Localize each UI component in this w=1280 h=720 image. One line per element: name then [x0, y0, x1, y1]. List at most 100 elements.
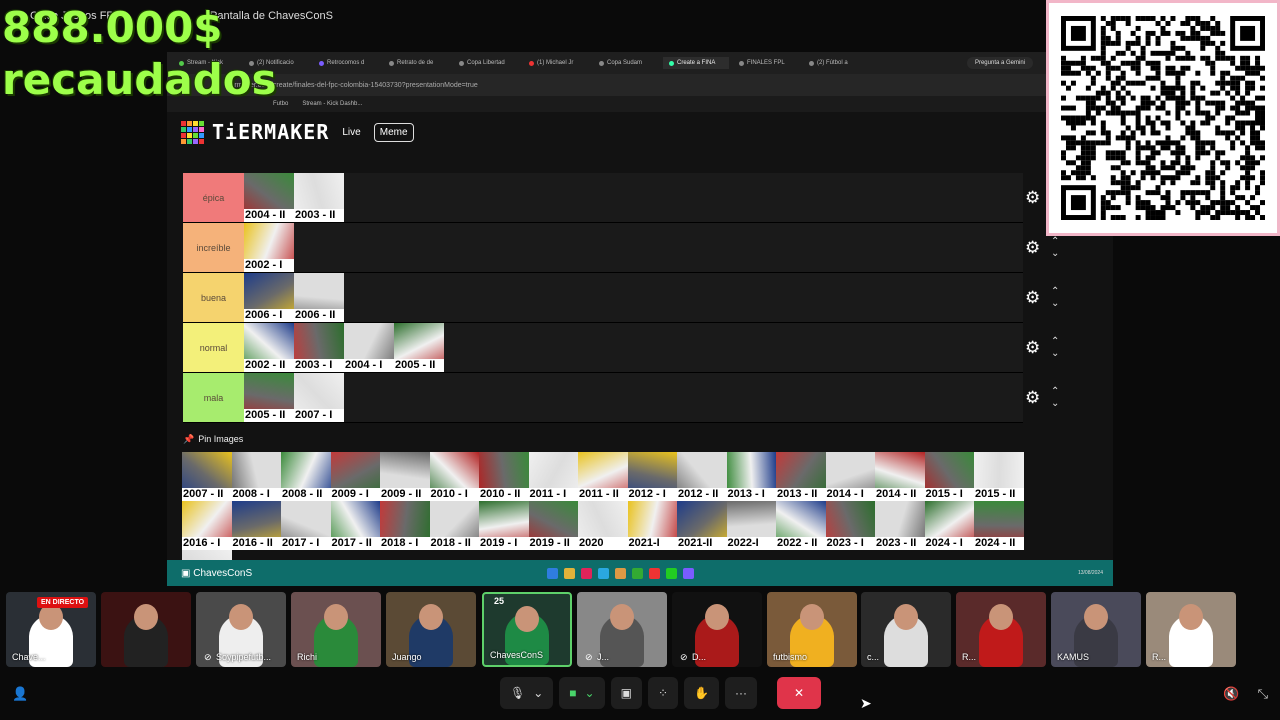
gemini-button[interactable]: Pregunta a Gemini [966, 57, 1033, 69]
chevron-up-icon[interactable]: ⌃ [1051, 286, 1059, 298]
tier-card[interactable]: 2019 - I [479, 501, 529, 550]
tier-card[interactable]: 2022-I [726, 501, 776, 550]
participant-tile[interactable]: futbismo [767, 592, 857, 667]
chevron-down-icon[interactable]: ⌄ [1051, 248, 1059, 260]
gear-icon[interactable]: ⚙ [1025, 288, 1047, 308]
add-person-icon[interactable]: 👤 [12, 686, 28, 702]
browser-tab[interactable]: Create a FINA [663, 57, 729, 69]
pin-images-label[interactable]: 📌 Pin Images [183, 434, 243, 445]
participant-tile[interactable]: ⊘ J... [577, 592, 667, 667]
tier-card[interactable]: 2009 - I [330, 452, 380, 501]
tier-card[interactable]: 2011 - II [578, 452, 628, 501]
address-bar[interactable]: tiermaker.com/create/finales-del-fpc-col… [167, 74, 1113, 96]
tier-card[interactable]: 2010 - I [429, 452, 479, 501]
participant-tile[interactable]: 25 ChavesConS [482, 592, 572, 667]
participant-tile[interactable]: Juango [386, 592, 476, 667]
browser-tab[interactable]: Retrato de de [383, 57, 449, 69]
tier-card[interactable]: 2006 - I [244, 273, 294, 322]
speaker-muted-icon[interactable]: 🔇 [1223, 686, 1239, 702]
tier-card[interactable]: 2013 - II [776, 452, 826, 501]
tier-card[interactable]: 2004 - II [244, 173, 294, 222]
browser-tab[interactable]: Copa Libertad [453, 57, 519, 69]
chevron-up-icon[interactable]: ⌃ [1051, 236, 1059, 248]
tier-card[interactable]: 2015 - II [974, 452, 1024, 501]
tier-card[interactable]: 2005 - II [394, 323, 444, 372]
participant-tile[interactable]: EN DIRECTO Chave... [6, 592, 96, 667]
tier-card[interactable]: 2006 - II [294, 273, 344, 322]
tier-card[interactable]: 2003 - I [294, 323, 344, 372]
gear-icon[interactable]: ⚙ [1025, 238, 1047, 258]
tier-label[interactable]: increíble [183, 223, 244, 272]
tier-card[interactable]: 2008 - II [281, 452, 331, 501]
share-button[interactable]: ▣ [610, 677, 642, 709]
tier-card[interactable]: 2017 - II [330, 501, 380, 550]
apps-button[interactable]: ⁘ [647, 677, 679, 709]
windows-icon[interactable] [547, 567, 558, 579]
tier-card[interactable]: 2004 - I [344, 323, 394, 372]
more-button[interactable]: ··· [724, 677, 757, 709]
live-link[interactable]: Live [337, 124, 365, 141]
app-icon[interactable] [649, 567, 660, 579]
tier-card[interactable]: 2023 - II [875, 501, 925, 550]
edge-icon[interactable] [598, 567, 609, 579]
chevron-down-icon[interactable]: ⌄ [1051, 348, 1059, 360]
tier-label[interactable]: buena [183, 273, 244, 322]
tier-card[interactable]: 2015 - I [924, 452, 974, 501]
tier-card[interactable]: 2021-II [677, 501, 727, 550]
tier-card[interactable]: 2007 - II [182, 452, 232, 501]
tier-card[interactable]: 2022 - II [776, 501, 826, 550]
meme-link[interactable]: Meme [373, 122, 414, 142]
discord-icon[interactable] [683, 567, 694, 579]
chevron-down-icon[interactable]: ⌄ [1051, 298, 1059, 310]
tier-card[interactable]: 2002 - I [244, 223, 294, 272]
chevron-down-icon[interactable]: ⌄ [585, 686, 595, 700]
participant-tile[interactable]: R... [956, 592, 1046, 667]
tier-card[interactable]: 2023 - I [825, 501, 875, 550]
browser-tab[interactable]: (2) Fútbol a [803, 57, 869, 69]
tier-card[interactable]: 2002 - II [244, 323, 294, 372]
tier-card[interactable]: 2007 - I [294, 373, 344, 422]
tier-card[interactable]: 2012 - I [627, 452, 677, 501]
tier-card[interactable]: 2024 - II [974, 501, 1024, 550]
participant-tile[interactable]: Richi [291, 592, 381, 667]
tier-label[interactable]: normal [183, 323, 244, 372]
gear-icon[interactable]: ⚙ [1025, 338, 1047, 358]
tier-label[interactable]: mala [183, 373, 244, 422]
tier-card[interactable]: 2008 - I [231, 452, 281, 501]
bookmark-item[interactable]: Stream - Kick Dashb... [302, 101, 362, 107]
browser-tab[interactable]: (1) Michael Jr [523, 57, 589, 69]
tier-card[interactable]: 2011 - I [528, 452, 578, 501]
chevron-up-icon[interactable]: ⌃ [1051, 386, 1059, 398]
chevron-up-icon[interactable]: ⌃ [1051, 336, 1059, 348]
participant-tile[interactable]: ⊘ Soypipefutb... [196, 592, 286, 667]
tiktok-icon[interactable] [581, 567, 592, 579]
browser-tab[interactable]: FINALES FPL [733, 57, 799, 69]
tier-card[interactable]: 2020 [578, 501, 628, 550]
browser-tab[interactable]: Copa Sudam [593, 57, 659, 69]
leave-button[interactable]: ✕ [776, 677, 821, 709]
tier-card[interactable]: 2014 - I [825, 452, 875, 501]
participant-tile[interactable]: R... [1146, 592, 1236, 667]
fullscreen-exit-icon[interactable]: ⤡ [1258, 686, 1268, 702]
chrome-icon[interactable] [615, 567, 626, 579]
whatsapp-icon[interactable] [666, 567, 677, 579]
reactions-button[interactable]: ✋ [684, 677, 719, 709]
tier-card[interactable]: 2016 - I [182, 501, 232, 550]
tier-card[interactable]: 2013 - I [726, 452, 776, 501]
tier-card[interactable]: 2024 - I [924, 501, 974, 550]
tier-card[interactable]: 2012 - II [677, 452, 727, 501]
tier-card[interactable]: 2021-I [627, 501, 677, 550]
folder-icon[interactable] [564, 567, 575, 579]
participant-tile[interactable]: KAMUS [1051, 592, 1141, 667]
tier-card[interactable]: 2018 - II [429, 501, 479, 550]
tier-label[interactable]: épica [183, 173, 244, 222]
browser-tab[interactable]: Retrocomos d [313, 57, 379, 69]
chevron-down-icon[interactable]: ⌄ [533, 686, 543, 700]
gear-icon[interactable]: ⚙ [1025, 388, 1047, 408]
participant-tile[interactable] [101, 592, 191, 667]
camera-button[interactable]: ■ ⌄ [559, 677, 605, 709]
tier-card[interactable]: 2005 - II [244, 373, 294, 422]
app-icon[interactable] [632, 567, 643, 579]
tier-card[interactable]: 2009 - II [380, 452, 430, 501]
participant-tile[interactable]: ⊘ D... [672, 592, 762, 667]
